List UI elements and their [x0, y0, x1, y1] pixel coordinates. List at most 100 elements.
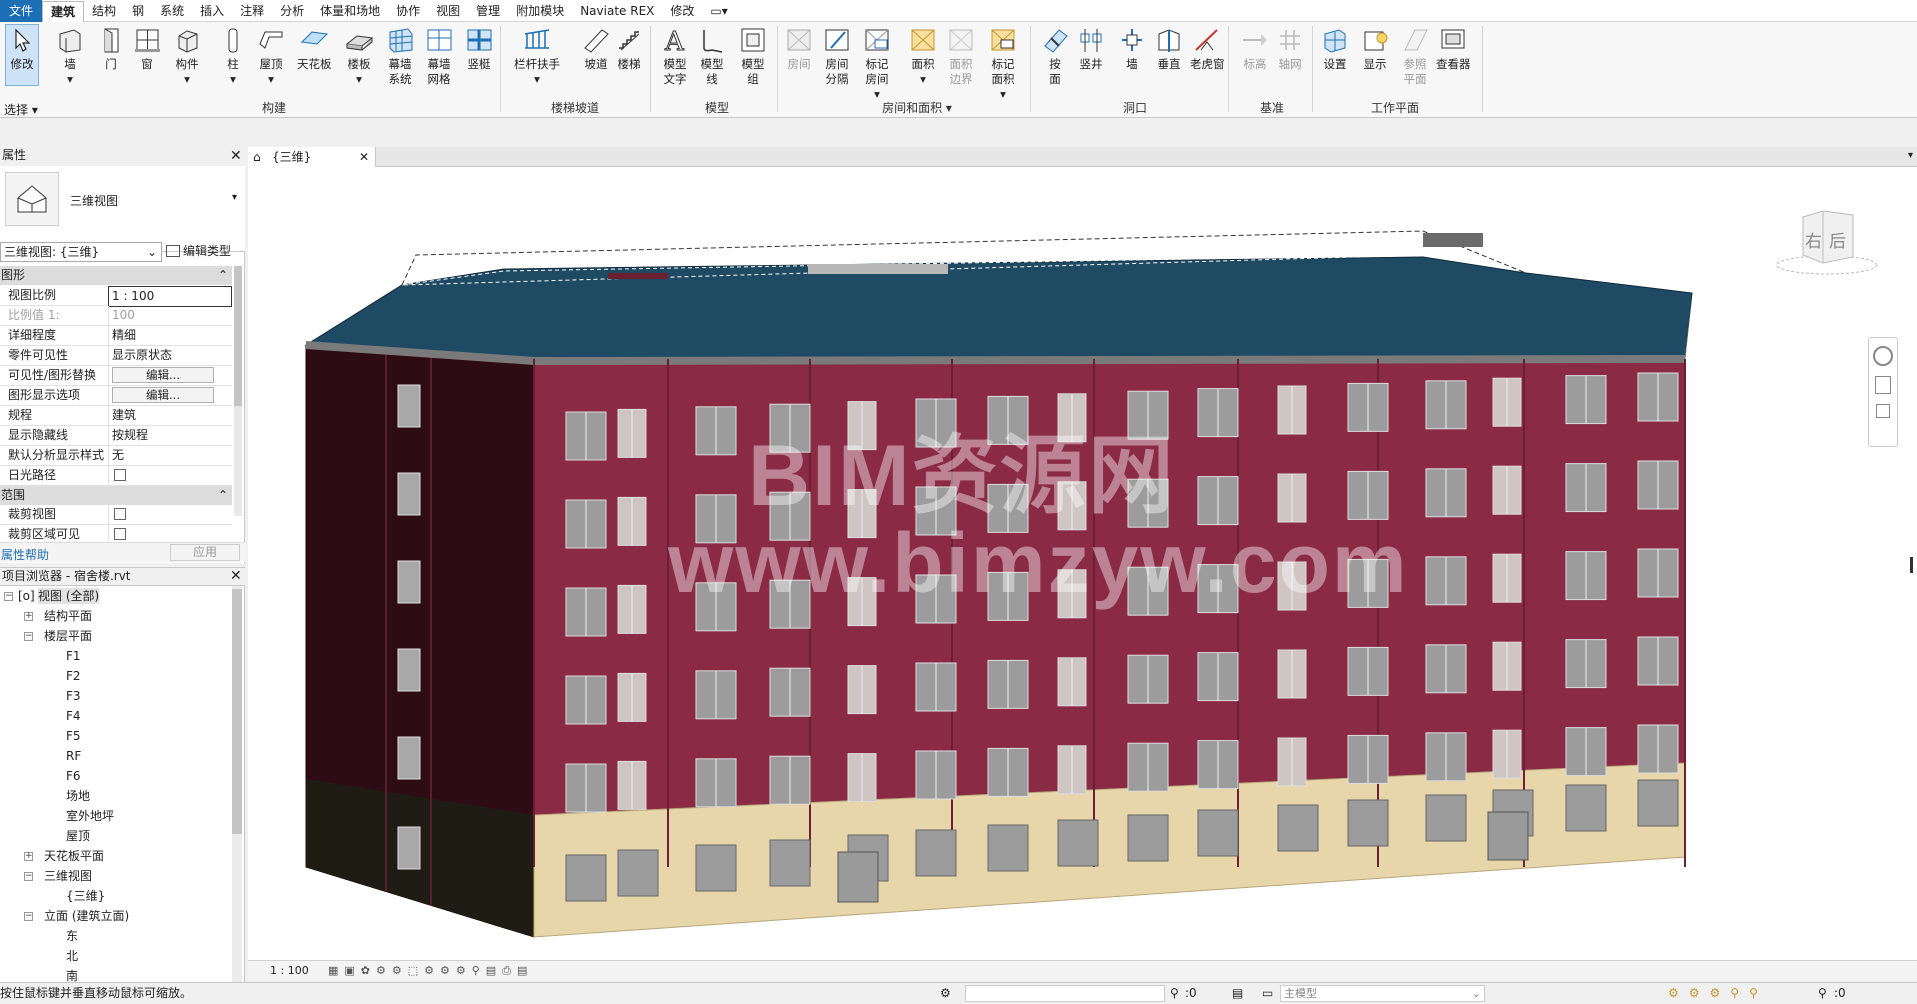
chevron-down-icon[interactable]: ▾ — [232, 192, 237, 203]
property-value[interactable]: 精细 — [108, 326, 232, 345]
menu-item-10[interactable]: 视图 — [428, 0, 468, 22]
tree-item[interactable]: 室外地坪 — [66, 808, 114, 824]
tree-item[interactable]: {三维} — [66, 888, 105, 904]
property-value[interactable]: 编辑... — [108, 386, 232, 405]
apply-button[interactable]: 应用 — [170, 544, 240, 561]
property-value[interactable] — [108, 466, 232, 487]
mullion-button[interactable]: 竖梃 — [464, 25, 494, 72]
area-button[interactable]: 面积 ▾ — [908, 25, 938, 87]
railing-button[interactable]: 栏杆扶手 ▾ — [514, 25, 560, 87]
menu-item-9[interactable]: 协作 — [388, 0, 428, 22]
tag-area-button[interactable]: 标记 面积 ▾ — [988, 25, 1018, 102]
3d-view-canvas[interactable]: BIM资源网 www.bimzyw.com 右 后 — [248, 147, 1917, 980]
checkbox[interactable] — [114, 469, 126, 481]
property-row[interactable]: 图形显示选项 编辑... — [0, 386, 232, 406]
viewer-button[interactable]: 查看器 — [1436, 25, 1471, 72]
vertical-opening-button[interactable]: 垂直 — [1154, 25, 1184, 72]
tree-toggle[interactable]: − — [24, 912, 33, 921]
close-icon[interactable]: ✕ — [230, 149, 242, 163]
property-value[interactable]: 编辑... — [108, 366, 232, 385]
worksets-icon[interactable]: ⚙ — [940, 983, 951, 1004]
view-control-icons[interactable]: ▦▣✿⚙⚙⬚⚙⚙⚙⚲▤⎙▤ — [328, 961, 533, 980]
edit-button[interactable]: 编辑... — [112, 387, 214, 403]
instance-selector[interactable]: 三维视图: {三维} ⌄ — [0, 242, 162, 262]
tag-room-button[interactable]: 标记 房间 ▾ — [862, 25, 892, 102]
room-button[interactable]: 房间 — [784, 25, 814, 72]
design-options-icon[interactable]: ▤ — [1232, 983, 1243, 1004]
modify-button[interactable]: 修改 — [5, 24, 39, 86]
wall-button[interactable]: 墙 ▾ — [55, 25, 85, 87]
workset-select[interactable] — [965, 985, 1165, 1002]
ramp-button[interactable]: 坡道 — [581, 25, 611, 72]
property-row[interactable]: 比例值 1: 100 — [0, 306, 232, 326]
tree-item[interactable]: 立面 (建筑立面) — [44, 908, 129, 924]
wall-opening-button[interactable]: 墙 — [1117, 25, 1147, 72]
tree-item[interactable]: F1 — [66, 648, 81, 664]
room-separator-button[interactable]: 房间 分隔 — [822, 25, 852, 87]
menu-item-12[interactable]: 附加模块 — [508, 0, 572, 22]
properties-scrollbar[interactable] — [234, 266, 242, 516]
menu-item-13[interactable]: Naviate REX — [572, 0, 662, 22]
property-value[interactable]: 无 — [108, 446, 232, 465]
checkbox[interactable] — [114, 528, 126, 540]
set-workplane-button[interactable]: 设置 — [1320, 25, 1350, 72]
property-value[interactable]: 按规程 — [108, 426, 232, 445]
property-row[interactable]: 详细程度 精细 — [0, 326, 232, 346]
menu-item-6[interactable]: 注释 — [232, 0, 272, 22]
tree-item[interactable]: 视图 (全部) — [38, 588, 100, 604]
menu-item-8[interactable]: 体量和场地 — [312, 0, 388, 22]
tree-item[interactable]: 楼层平面 — [44, 628, 92, 644]
viewcube[interactable]: 右 后 — [1773, 209, 1881, 279]
view-scroll-handle[interactable] — [1910, 557, 1913, 573]
menu-item-11[interactable]: 管理 — [468, 0, 508, 22]
tree-item[interactable]: 东 — [66, 928, 78, 944]
menu-item-3[interactable]: 钢 — [124, 0, 152, 22]
select-dropdown[interactable]: 选择 ▾ — [4, 101, 38, 118]
menu-item-14[interactable]: 修改 — [662, 0, 702, 22]
property-value[interactable]: 建筑 — [108, 406, 232, 425]
curtain-system-button[interactable]: 幕墙 系统 — [385, 25, 415, 87]
edit-type-button[interactable]: 编辑类型 — [166, 242, 244, 262]
edit-button[interactable]: 编辑... — [112, 367, 214, 383]
menu-item-4[interactable]: 系统 — [152, 0, 192, 22]
tree-toggle[interactable]: + — [24, 852, 33, 861]
tree-item[interactable]: 结构平面 — [44, 608, 92, 624]
tree-item[interactable]: RF — [66, 748, 81, 764]
tree-item[interactable]: F6 — [66, 768, 81, 784]
tree-item[interactable]: F2 — [66, 668, 81, 684]
tree-item[interactable]: 屋顶 — [66, 828, 90, 844]
window-button[interactable]: 窗 — [132, 25, 162, 72]
area-boundary-button[interactable]: 面积 边界 — [946, 25, 976, 87]
browser-scrollbar[interactable] — [232, 586, 242, 982]
pan-icon[interactable] — [1876, 404, 1890, 418]
model-line-button[interactable]: 模型 线 — [697, 25, 727, 87]
property-row[interactable]: 视图比例 1 : 100 — [0, 286, 232, 307]
property-value[interactable]: 显示原状态 — [108, 346, 232, 365]
property-row[interactable]: 日光路径 — [0, 466, 232, 487]
tree-item[interactable]: F4 — [66, 708, 81, 724]
viewcube-left-face[interactable]: 右 — [1805, 227, 1822, 252]
property-value[interactable]: 1 : 100 — [108, 286, 232, 307]
tree-item[interactable]: 三维视图 — [44, 868, 92, 884]
ref-plane-button[interactable]: 参照 平面 — [1400, 25, 1430, 87]
tab-menu-icon[interactable]: ▾ — [1908, 150, 1913, 161]
shaft-button[interactable]: 竖井 — [1076, 25, 1106, 72]
zoom-icon[interactable] — [1875, 376, 1891, 394]
viewcube-back-face[interactable]: 后 — [1829, 227, 1846, 252]
show-workplane-button[interactable]: 显示 — [1360, 25, 1390, 72]
menu-item-7[interactable]: 分析 — [272, 0, 312, 22]
checkbox[interactable] — [114, 508, 126, 520]
group-label-room-area[interactable]: 房间和面积 ▾ — [862, 99, 972, 116]
property-value[interactable]: 100 — [108, 306, 232, 325]
menu-item-2[interactable]: 结构 — [84, 0, 124, 22]
model-text-button[interactable]: A 模型 文字 — [660, 25, 690, 87]
roof-button[interactable]: 屋顶 ▾ — [256, 25, 286, 87]
level-button[interactable]: 标高 — [1240, 25, 1270, 72]
quick-access-dropdown[interactable]: ▭▾ — [702, 0, 735, 22]
property-row[interactable]: 可见性/图形替换 编辑... — [0, 366, 232, 386]
property-row[interactable]: 裁剪视图 — [0, 505, 232, 526]
tree-item[interactable]: F3 — [66, 688, 81, 704]
tree-item[interactable]: 场地 — [66, 788, 90, 804]
tree-toggle[interactable]: − — [24, 872, 33, 881]
property-row[interactable]: 零件可见性 显示原状态 — [0, 346, 232, 366]
